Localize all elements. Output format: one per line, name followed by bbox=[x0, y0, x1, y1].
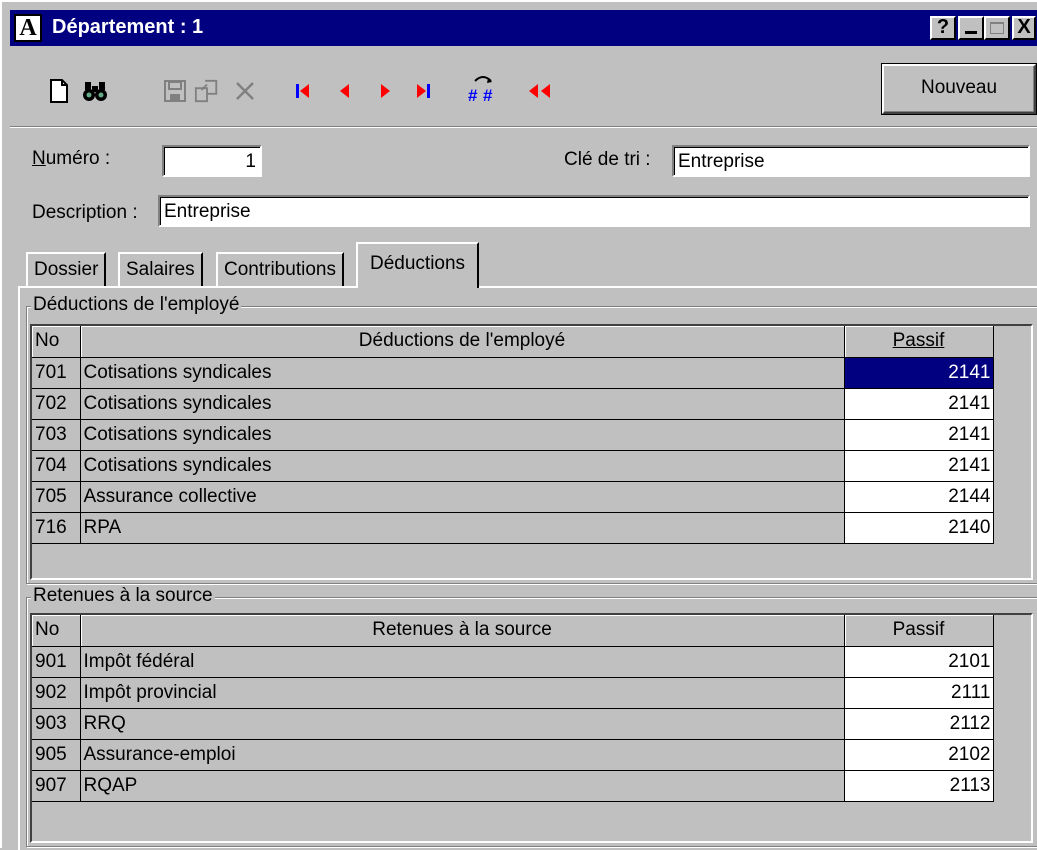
table-row[interactable]: 701 Cotisations syndicales 2141 bbox=[32, 357, 994, 389]
tab-salaires[interactable]: Salaires bbox=[118, 252, 203, 286]
first-record-icon[interactable] bbox=[290, 78, 316, 104]
svg-text:#: # bbox=[468, 86, 478, 105]
minimize-button[interactable] bbox=[958, 16, 984, 40]
column-header-deductions[interactable]: Déductions de l'employé bbox=[80, 326, 845, 358]
tab-deductions[interactable]: Déductions bbox=[356, 242, 480, 288]
window-title: Département : 1 bbox=[52, 16, 204, 38]
row-no[interactable]: 903 bbox=[32, 708, 81, 740]
help-button[interactable]: ? bbox=[930, 16, 956, 40]
row-no[interactable]: 705 bbox=[32, 481, 81, 513]
table-row[interactable]: 716 RPA 2140 bbox=[32, 512, 994, 544]
row-no[interactable]: 702 bbox=[32, 388, 81, 420]
retenues-grid[interactable]: No Retenues à la source Passif 901 Impôt… bbox=[30, 613, 1033, 843]
save-icon[interactable] bbox=[162, 78, 188, 104]
last-record-icon[interactable] bbox=[410, 78, 436, 104]
table-row[interactable]: 902 Impôt provincial 2111 bbox=[32, 677, 994, 709]
department-window: A Département : 1 ? X # # Nouveau Numéro… bbox=[0, 0, 1037, 850]
find-binoculars-icon[interactable] bbox=[82, 78, 108, 104]
row-no[interactable]: 703 bbox=[32, 419, 81, 451]
row-passif[interactable]: 2111 bbox=[844, 677, 994, 709]
description-label: Description : bbox=[32, 202, 138, 223]
row-name[interactable]: Assurance collective bbox=[80, 481, 845, 513]
renumber-icon[interactable]: # # bbox=[466, 70, 500, 106]
cle-de-tri-field[interactable]: Entreprise bbox=[672, 145, 1030, 177]
title-bar[interactable]: A Département : 1 ? X bbox=[10, 10, 1037, 46]
row-name[interactable]: Impôt provincial bbox=[80, 677, 845, 709]
group-label-deductions: Déductions de l'employé bbox=[31, 294, 242, 316]
maximize-icon bbox=[990, 22, 1004, 34]
row-name[interactable]: RQAP bbox=[80, 770, 845, 802]
row-passif[interactable]: 2144 bbox=[844, 481, 994, 513]
table-row[interactable]: 705 Assurance collective 2144 bbox=[32, 481, 994, 513]
row-passif[interactable]: 2141 bbox=[844, 419, 994, 451]
next-record-icon[interactable] bbox=[372, 78, 398, 104]
delete-icon[interactable] bbox=[232, 78, 258, 104]
row-name[interactable]: Impôt fédéral bbox=[80, 646, 845, 678]
table-row[interactable]: 907 RQAP 2113 bbox=[32, 770, 994, 802]
row-no[interactable]: 905 bbox=[32, 739, 81, 771]
tab-contributions[interactable]: Contributions bbox=[216, 252, 344, 286]
table-row[interactable]: 704 Cotisations syndicales 2141 bbox=[32, 450, 994, 482]
app-icon[interactable]: A bbox=[14, 14, 42, 42]
row-passif[interactable]: 2141 bbox=[844, 357, 994, 389]
deductions-table: No Déductions de l'employé Passif 701 Co… bbox=[32, 326, 994, 544]
numero-field[interactable]: 1 bbox=[162, 145, 262, 177]
row-no[interactable]: 902 bbox=[32, 677, 81, 709]
row-passif[interactable]: 2112 bbox=[844, 708, 994, 740]
svg-text:#: # bbox=[483, 86, 493, 105]
table-row[interactable]: 903 RRQ 2112 bbox=[32, 708, 994, 740]
retenues-table: No Retenues à la source Passif 901 Impôt… bbox=[32, 615, 994, 802]
row-passif[interactable]: 2141 bbox=[844, 388, 994, 420]
row-passif[interactable]: 2101 bbox=[844, 646, 994, 678]
row-name[interactable]: RRQ bbox=[80, 708, 845, 740]
column-header-retenues[interactable]: Retenues à la source bbox=[80, 615, 845, 647]
maximize-button[interactable] bbox=[984, 16, 1010, 40]
row-passif[interactable]: 2140 bbox=[844, 512, 994, 544]
table-row[interactable]: 905 Assurance-emploi 2102 bbox=[32, 739, 994, 771]
row-no[interactable]: 716 bbox=[32, 512, 81, 544]
deductions-grid[interactable]: No Déductions de l'employé Passif 701 Co… bbox=[30, 324, 1033, 580]
toolbar: # # Nouveau bbox=[10, 48, 1037, 126]
nouveau-button[interactable]: Nouveau bbox=[882, 64, 1036, 114]
row-passif[interactable]: 2113 bbox=[844, 770, 994, 802]
column-header-no[interactable]: No bbox=[32, 615, 81, 647]
new-document-icon[interactable] bbox=[46, 78, 72, 104]
table-row[interactable]: 702 Cotisations syndicales 2141 bbox=[32, 388, 994, 420]
row-passif[interactable]: 2102 bbox=[844, 739, 994, 771]
deductions-header-row: No Déductions de l'employé Passif bbox=[32, 326, 994, 358]
row-no[interactable]: 907 bbox=[32, 770, 81, 802]
go-back-icon[interactable] bbox=[524, 78, 556, 104]
tab-dossier[interactable]: Dossier bbox=[26, 252, 107, 286]
close-button[interactable]: X bbox=[1012, 16, 1036, 40]
column-header-passif[interactable]: Passif bbox=[844, 615, 994, 647]
row-no[interactable]: 701 bbox=[32, 357, 81, 389]
table-row[interactable]: 901 Impôt fédéral 2101 bbox=[32, 646, 994, 678]
row-name[interactable]: Cotisations syndicales bbox=[80, 388, 845, 420]
group-label-retenues: Retenues à la source bbox=[31, 585, 215, 607]
row-name[interactable]: Assurance-emploi bbox=[80, 739, 845, 771]
column-header-passif[interactable]: Passif bbox=[844, 326, 994, 358]
toolbar-separator bbox=[10, 126, 1037, 128]
retenues-header-row: No Retenues à la source Passif bbox=[32, 615, 994, 647]
row-passif[interactable]: 2141 bbox=[844, 450, 994, 482]
row-name[interactable]: Cotisations syndicales bbox=[80, 357, 845, 389]
row-name[interactable]: Cotisations syndicales bbox=[80, 450, 845, 482]
numero-label: Numéro : bbox=[32, 148, 111, 169]
column-header-no[interactable]: No bbox=[32, 326, 81, 358]
row-name[interactable]: RPA bbox=[80, 512, 845, 544]
row-no[interactable]: 704 bbox=[32, 450, 81, 482]
table-row[interactable]: 703 Cotisations syndicales 2141 bbox=[32, 419, 994, 451]
row-name[interactable]: Cotisations syndicales bbox=[80, 419, 845, 451]
minimize-icon bbox=[965, 31, 977, 34]
row-no[interactable]: 901 bbox=[32, 646, 81, 678]
copy-icon[interactable] bbox=[194, 78, 220, 104]
description-field[interactable]: Entreprise bbox=[158, 195, 1030, 227]
previous-record-icon[interactable] bbox=[332, 78, 358, 104]
cle-de-tri-label: Clé de tri : bbox=[564, 149, 651, 170]
